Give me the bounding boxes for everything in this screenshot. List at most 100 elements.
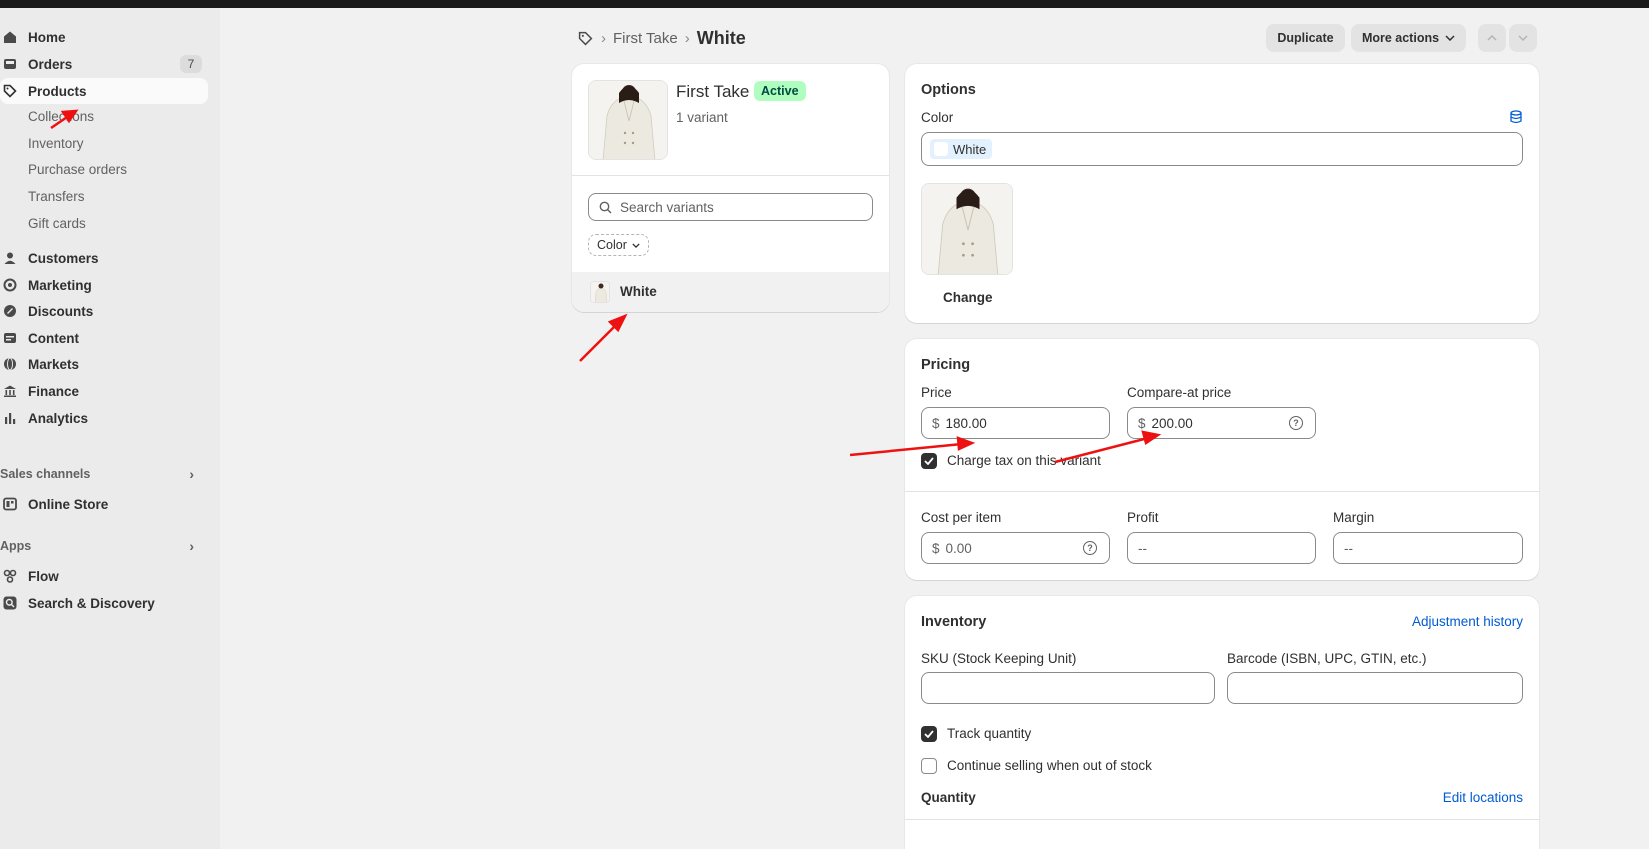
sidebar-item-label: Markets	[28, 356, 80, 372]
filter-label: Color	[597, 238, 627, 252]
sku-input[interactable]	[921, 672, 1215, 704]
pricing-divider	[905, 491, 1539, 492]
sidebar-item-customers[interactable]: Customers	[0, 245, 208, 271]
database-icon[interactable]	[1509, 110, 1523, 124]
more-actions-button[interactable]: More actions	[1351, 24, 1466, 52]
tag-icon	[2, 83, 18, 99]
color-value-chip: White	[930, 139, 993, 159]
cost-value: 0.00	[945, 540, 972, 556]
orders-icon	[2, 56, 18, 72]
checkmark-icon	[924, 730, 934, 738]
tag-icon[interactable]	[578, 31, 593, 46]
currency-prefix: $	[932, 540, 940, 556]
track-quantity-label: Track quantity	[947, 726, 1032, 741]
sidebar-item-discounts[interactable]: Discounts	[0, 298, 208, 324]
edit-locations-link[interactable]: Edit locations	[1443, 790, 1523, 805]
search-variants-input[interactable]: Search variants	[588, 193, 873, 221]
pricing-title: Pricing	[921, 357, 971, 373]
help-icon[interactable]: ?	[1083, 541, 1097, 555]
sidebar-item-online-store[interactable]: Online Store	[0, 491, 208, 517]
charge-tax-checkbox[interactable]	[921, 453, 937, 469]
sidebar-item-finance[interactable]: Finance	[0, 378, 208, 404]
person-icon	[2, 250, 18, 266]
quantity-divider	[905, 819, 1539, 820]
discount-icon	[2, 303, 18, 319]
sales-channels-heading[interactable]: Sales channels ›	[0, 464, 200, 484]
variant-image[interactable]	[921, 183, 1013, 275]
currency-prefix: $	[932, 415, 940, 431]
sidebar-item-search-discovery[interactable]: Search & Discovery	[0, 590, 208, 616]
product-name[interactable]: First Take	[676, 82, 749, 102]
currency-prefix: $	[1138, 415, 1146, 431]
charge-tax-label: Charge tax on this variant	[947, 453, 1101, 468]
sidebar-item-content[interactable]: Content	[0, 325, 208, 351]
variant-thumbnail	[590, 281, 610, 303]
content-icon	[2, 330, 18, 346]
margin-value: --	[1344, 540, 1353, 556]
color-filter-button[interactable]: Color	[588, 234, 649, 256]
sku-label: SKU (Stock Keeping Unit)	[921, 651, 1077, 666]
sidebar-item-analytics[interactable]: Analytics	[0, 405, 208, 431]
orders-count-badge: 7	[180, 55, 202, 73]
search-discovery-icon	[2, 595, 18, 611]
chevron-right-icon: ›	[189, 466, 194, 482]
chevron-right-icon: ›	[189, 538, 194, 554]
duplicate-button[interactable]: Duplicate	[1266, 24, 1345, 52]
continue-selling-label: Continue selling when out of stock	[947, 758, 1152, 773]
quantity-title: Quantity	[921, 790, 976, 805]
compare-at-price-value: 200.00	[1151, 415, 1193, 431]
sidebar-item-label: Analytics	[28, 410, 89, 426]
sidebar-item-home[interactable]: Home	[0, 24, 208, 50]
sidebar-item-label: Customers	[28, 250, 99, 266]
sidebar-item-label: Discounts	[28, 303, 94, 319]
apps-heading[interactable]: Apps ›	[0, 536, 200, 556]
continue-selling-checkbox[interactable]	[921, 758, 937, 774]
inventory-title: Inventory	[921, 614, 987, 630]
sidebar-subitem-collections[interactable]: Collections	[28, 104, 94, 128]
compare-at-price-label: Compare-at price	[1127, 385, 1232, 400]
next-variant-button[interactable]	[1509, 24, 1537, 52]
barcode-label: Barcode (ISBN, UPC, GTIN, etc.)	[1227, 651, 1427, 666]
sidebar-item-label: Online Store	[28, 496, 109, 512]
sidebar-item-label: Content	[28, 330, 79, 346]
barcode-input[interactable]	[1227, 672, 1523, 704]
cost-per-item-input[interactable]: $ 0.00 ?	[921, 532, 1110, 564]
color-swatch	[934, 142, 948, 156]
adjustment-history-link[interactable]: Adjustment history	[1412, 614, 1523, 629]
previous-variant-button[interactable]	[1478, 24, 1506, 52]
sidebar-item-flow[interactable]: Flow	[0, 563, 208, 589]
search-placeholder: Search variants	[620, 199, 714, 215]
price-input[interactable]: $ 180.00	[921, 407, 1110, 439]
sidebar-item-orders[interactable]: Orders 7	[0, 51, 208, 77]
color-value-field[interactable]: White	[921, 132, 1523, 166]
top-bar	[0, 0, 1649, 8]
margin-label: Margin	[1333, 510, 1375, 525]
price-value: 180.00	[945, 415, 987, 431]
sidebar-subitem-transfers[interactable]: Transfers	[28, 184, 85, 208]
annotation-arrow	[579, 313, 628, 362]
price-label: Price	[921, 385, 952, 400]
change-image-button[interactable]: Change	[943, 290, 993, 305]
sidebar-item-label: Search & Discovery	[28, 595, 155, 611]
sidebar-item-label: Home	[28, 29, 66, 45]
compare-at-price-input[interactable]: $ 200.00 ?	[1127, 407, 1316, 439]
sidebar-subitem-inventory[interactable]: Inventory	[28, 131, 84, 155]
sidebar-subitem-purchase-orders[interactable]: Purchase orders	[28, 157, 127, 181]
chevron-down-icon	[1445, 35, 1455, 41]
sidebar-item-label: Flow	[28, 568, 59, 584]
margin-field: --	[1333, 532, 1523, 564]
profit-field: --	[1127, 532, 1316, 564]
breadcrumb-parent-link[interactable]: First Take	[613, 30, 678, 47]
sidebar-item-products[interactable]: Products	[0, 78, 208, 104]
help-icon[interactable]: ?	[1289, 416, 1303, 430]
bank-icon	[2, 383, 18, 399]
color-value-text: White	[953, 141, 987, 157]
sidebar-subitem-gift-cards[interactable]: Gift cards	[28, 211, 86, 235]
checkmark-icon	[924, 457, 934, 465]
sidebar-item-markets[interactable]: Markets	[0, 351, 208, 377]
variant-row-white[interactable]: White	[572, 272, 889, 312]
track-quantity-checkbox[interactable]	[921, 726, 937, 742]
chevron-up-icon	[1487, 35, 1497, 41]
more-actions-label: More actions	[1361, 31, 1440, 45]
sidebar-item-marketing[interactable]: Marketing	[0, 272, 208, 298]
